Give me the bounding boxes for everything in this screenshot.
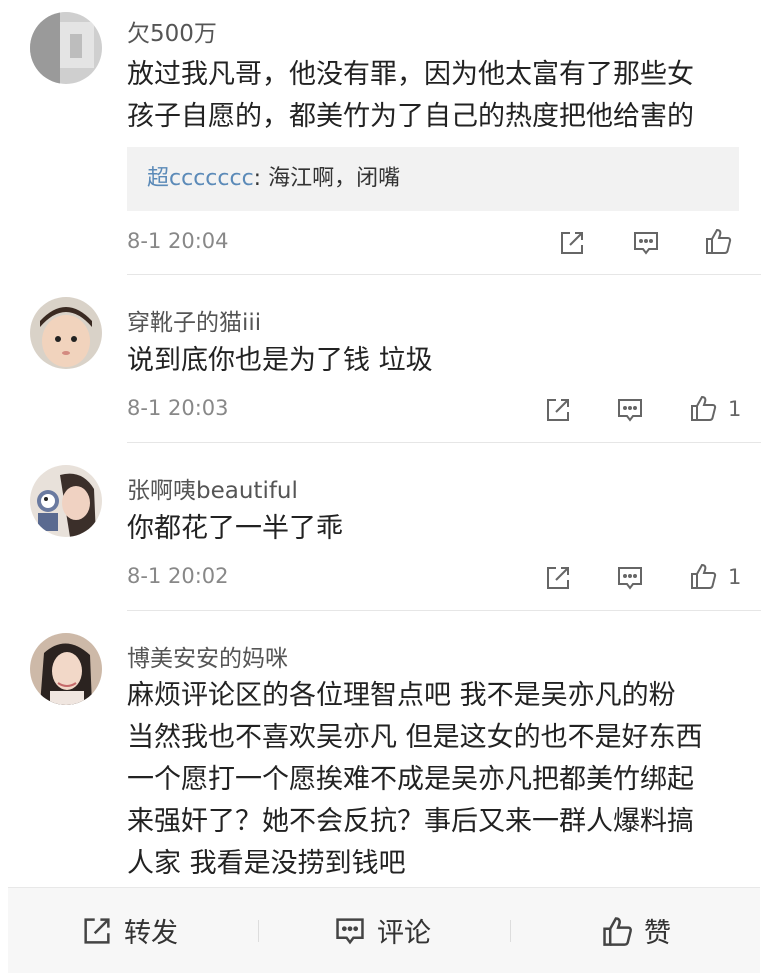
like-button[interactable] xyxy=(703,226,733,256)
share-button[interactable] xyxy=(543,563,573,593)
reply-text: 海江啊，闭嘴 xyxy=(261,166,401,191)
comment-text: 说到底你也是为了钱 垃圾 xyxy=(127,340,737,382)
like-action-label: 赞 xyxy=(644,918,671,949)
comment-action-button[interactable]: 评论 xyxy=(333,888,431,973)
comment-item: 博美安安的妈咪 麻烦评论区的各位理智点吧 我不是吴亦凡的粉 当然我也不喜欢吴亦凡… xyxy=(0,611,761,887)
share-icon xyxy=(547,399,569,421)
comment-line: 说到底你也是为了钱 垃圾 xyxy=(127,345,433,376)
comment-text: 你都花了一半了乖 xyxy=(127,508,737,550)
thumbs-up-icon xyxy=(691,395,717,421)
username[interactable]: 张啊咦beautiful xyxy=(127,471,298,505)
comment-line: 当然我也不喜欢吴亦凡 但是这女的也不是好东西 xyxy=(127,722,703,753)
avatar[interactable] xyxy=(30,465,102,537)
repost-button[interactable]: 转发 xyxy=(80,888,178,973)
share-icon xyxy=(84,917,110,944)
comment-icon xyxy=(618,399,642,422)
comment-text: 麻烦评论区的各位理智点吧 我不是吴亦凡的粉 当然我也不喜欢吴亦凡 但是这女的也不… xyxy=(127,675,737,885)
reply-username[interactable]: 超ccccccc xyxy=(147,166,254,191)
comment-text: 放过我凡哥，他没有罪，因为他太富有了那些女 孩子自愿的，都美竹为了自己的热度把他… xyxy=(127,54,737,138)
comment-icon xyxy=(618,567,642,590)
comment-item: 欠500万 放过我凡哥，他没有罪，因为他太富有了那些女 孩子自愿的，都美竹为了自… xyxy=(0,0,761,275)
share-button[interactable] xyxy=(557,228,587,258)
thumbs-up-icon xyxy=(691,563,717,589)
share-icon xyxy=(561,232,583,254)
reply-separator: : xyxy=(253,166,262,191)
avatar[interactable] xyxy=(30,297,102,369)
avatar[interactable] xyxy=(30,12,102,84)
share-button[interactable] xyxy=(543,395,573,425)
timestamp: 8-1 20:02 xyxy=(127,564,229,588)
comment-line: 来强奸了？她不会反抗？事后又来一群人爆料搞 xyxy=(127,806,694,837)
like-button[interactable] xyxy=(688,561,718,591)
comment-action-label: 评论 xyxy=(377,918,431,949)
comment-icon xyxy=(336,917,364,944)
comment-button[interactable] xyxy=(615,563,645,593)
comment-line: 一个愿打一个愿挨难不成是吴亦凡把都美竹绑起 xyxy=(127,764,694,795)
comment-line: 放过我凡哥，他没有罪，因为他太富有了那些女 xyxy=(127,59,694,90)
like-count: 1 xyxy=(728,565,742,589)
username[interactable]: 博美安安的妈咪 xyxy=(127,639,288,673)
like-count: 1 xyxy=(728,397,742,421)
comment-line: 人家 我看是没捞到钱吧 xyxy=(127,848,406,879)
comment-line: 麻烦评论区的各位理智点吧 我不是吴亦凡的粉 xyxy=(127,680,676,711)
repost-label: 转发 xyxy=(124,918,178,949)
like-button[interactable] xyxy=(688,393,718,423)
timestamp: 8-1 20:04 xyxy=(127,229,229,253)
username[interactable]: 欠500万 xyxy=(127,14,217,48)
like-action-button[interactable]: 赞 xyxy=(600,888,671,973)
comment-item: 穿靴子的猫iii 说到底你也是为了钱 垃圾 8-1 20:03 1 xyxy=(0,275,761,443)
share-icon xyxy=(547,567,569,589)
comment-button[interactable] xyxy=(631,228,661,258)
comment-button[interactable] xyxy=(615,395,645,425)
comment-line: 你都花了一半了乖 xyxy=(127,513,343,544)
username[interactable]: 穿靴子的猫iii xyxy=(127,303,261,337)
reply-preview[interactable]: 超ccccccc: 海江啊，闭嘴 xyxy=(127,147,739,211)
thumbs-up-icon xyxy=(603,916,632,946)
bar-separator xyxy=(258,920,259,942)
thumbs-up-icon xyxy=(706,228,732,254)
comment-line: 孩子自愿的，都美竹为了自己的热度把他给害的 xyxy=(127,101,694,132)
bar-separator xyxy=(510,920,511,942)
avatar[interactable] xyxy=(30,633,102,705)
bottom-action-bar: 转发 评论 赞 xyxy=(8,887,760,973)
comment-item: 张啊咦beautiful 你都花了一半了乖 8-1 20:02 1 xyxy=(0,443,761,611)
timestamp: 8-1 20:03 xyxy=(127,396,229,420)
comment-icon xyxy=(634,232,658,255)
